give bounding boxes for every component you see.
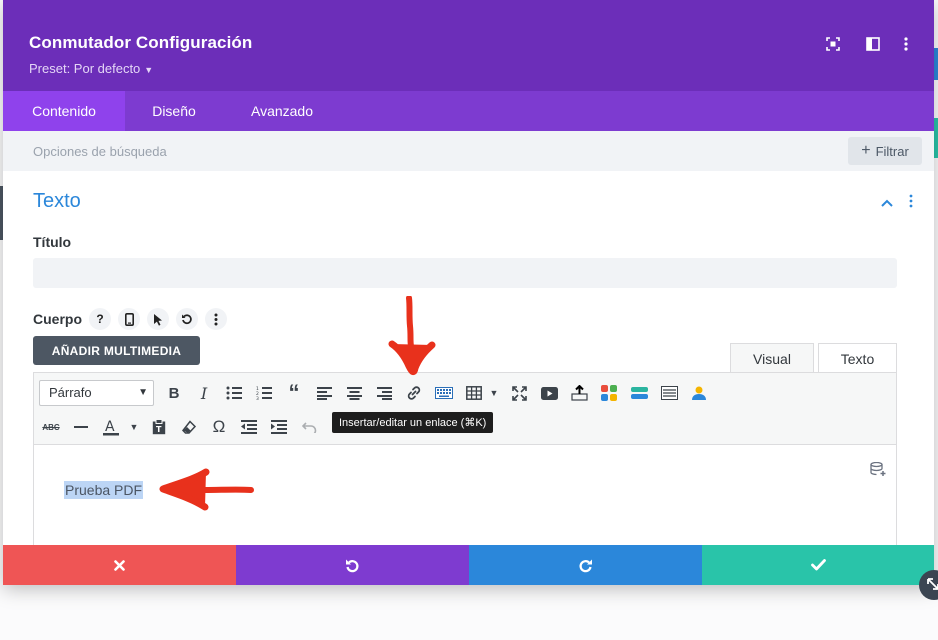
svg-text:A: A: [105, 419, 115, 435]
align-right-icon[interactable]: [372, 381, 396, 405]
save-button[interactable]: [702, 545, 934, 585]
preset-selector[interactable]: Preset: Por defecto ▼: [29, 61, 153, 76]
horizontal-line-icon[interactable]: [69, 415, 93, 439]
help-icon[interactable]: ?: [89, 308, 111, 330]
format-select[interactable]: Párrafo ▼: [39, 380, 154, 406]
align-center-icon[interactable]: [342, 381, 366, 405]
body-label: Cuerpo: [33, 311, 82, 327]
expand-icon[interactable]: [823, 34, 843, 54]
text-color-dropdown-icon[interactable]: ▼: [122, 415, 146, 439]
annotation-arrow-down-icon: [388, 296, 436, 376]
reset-icon[interactable]: [176, 308, 198, 330]
checkmark-icon: [810, 559, 826, 571]
add-media-button[interactable]: AÑADIR MULTIMEDIA: [33, 336, 200, 365]
undo-button[interactable]: [236, 545, 469, 585]
outdent-icon[interactable]: [237, 415, 261, 439]
close-icon: [114, 559, 125, 571]
blockquote-icon[interactable]: “: [282, 380, 306, 405]
resize-handle[interactable]: [919, 570, 938, 600]
undo-icon[interactable]: [297, 415, 321, 439]
search-placeholder: Opciones de búsqueda: [33, 144, 167, 159]
select-arrow-icon: ▼: [138, 387, 148, 398]
italic-icon[interactable]: I: [192, 381, 216, 405]
user-icon[interactable]: [687, 381, 711, 405]
bold-icon[interactable]: B: [162, 381, 186, 405]
text-color-icon[interactable]: A: [99, 415, 123, 439]
rich-text-editor: Párrafo ▼ B I 123 “ ▼ ABC A ▼ T Ω Insert…: [33, 372, 897, 552]
link-icon[interactable]: [402, 381, 426, 405]
tab-bar: Contenido Diseño Avanzado: [3, 91, 934, 131]
fullscreen-icon[interactable]: [507, 381, 531, 405]
redo-button[interactable]: [469, 545, 702, 585]
title-label: Título: [33, 234, 72, 250]
undo-circle-icon: [346, 559, 359, 572]
tab-texto[interactable]: Texto: [818, 343, 897, 373]
field-more-icon[interactable]: [205, 308, 227, 330]
modal-footer: [3, 545, 934, 585]
chevron-up-icon[interactable]: [881, 194, 893, 210]
filter-button[interactable]: + Filtrar: [848, 137, 922, 165]
table-dropdown-icon[interactable]: ▼: [482, 381, 506, 405]
paste-text-icon[interactable]: T: [147, 415, 171, 439]
caret-down-icon: ▼: [144, 65, 154, 75]
omega-icon[interactable]: Ω: [207, 415, 231, 439]
svg-text:3: 3: [256, 396, 259, 400]
more-vert-icon[interactable]: [896, 34, 916, 54]
tab-contenido[interactable]: Contenido: [3, 91, 125, 131]
video-icon[interactable]: [537, 381, 561, 405]
selected-text[interactable]: Prueba PDF: [64, 481, 144, 499]
title-input[interactable]: [33, 258, 897, 288]
modal-header: Conmutador Configuración Preset: Por def…: [3, 0, 934, 91]
align-left-icon[interactable]: [312, 381, 336, 405]
cursor-icon[interactable]: [147, 308, 169, 330]
settings-modal: Conmutador Configuración Preset: Por def…: [3, 0, 934, 585]
resize-arrows-icon: [927, 578, 938, 590]
dynamic-content-icon[interactable]: [870, 461, 886, 482]
section-more-icon[interactable]: [909, 194, 913, 211]
plus-icon: +: [861, 142, 871, 159]
numbered-list-icon[interactable]: 123: [252, 381, 276, 405]
shortcodes-icon[interactable]: [597, 381, 621, 405]
annotation-arrow-left-icon: [159, 468, 254, 511]
redo-circle-icon: [579, 559, 592, 572]
clear-formatting-icon[interactable]: [177, 415, 201, 439]
filter-label: Filtrar: [875, 143, 909, 159]
modal-title: Conmutador Configuración: [29, 33, 253, 52]
editor-toolbar: Párrafo ▼ B I 123 “ ▼ ABC A ▼ T Ω Insert…: [34, 373, 896, 445]
tab-diseno[interactable]: Diseño: [125, 91, 223, 131]
mobile-icon[interactable]: [118, 308, 140, 330]
keyboard-icon[interactable]: [432, 381, 456, 405]
link-tooltip: Insertar/editar un enlace (⌘K): [332, 412, 494, 433]
upload-icon[interactable]: [567, 381, 591, 405]
tab-avanzado[interactable]: Avanzado: [229, 91, 335, 131]
tab-visual[interactable]: Visual: [730, 343, 814, 373]
divider-icon[interactable]: [657, 381, 681, 405]
split-view-icon[interactable]: [863, 34, 883, 54]
preset-label: Preset: Por defecto: [29, 61, 141, 76]
cancel-button[interactable]: [3, 545, 236, 585]
indent-icon[interactable]: [267, 415, 291, 439]
svg-text:T: T: [156, 425, 162, 434]
format-select-value: Párrafo: [49, 385, 92, 400]
strikethrough-icon[interactable]: ABC: [39, 415, 63, 439]
search-bar[interactable]: Opciones de búsqueda + Filtrar: [3, 131, 934, 171]
bullet-list-icon[interactable]: [222, 381, 246, 405]
section-title[interactable]: Texto: [33, 190, 81, 213]
button-icon[interactable]: [627, 381, 651, 405]
